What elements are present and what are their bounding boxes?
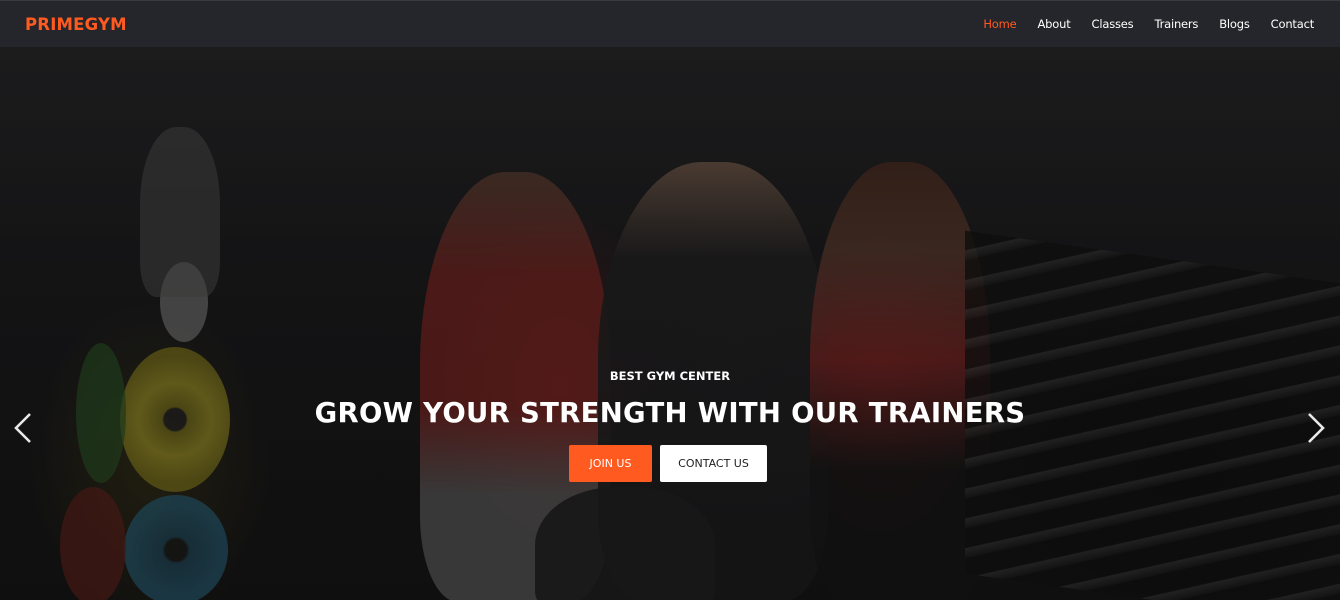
nav-trainers[interactable]: Trainers	[1133, 17, 1198, 31]
nav-blogs[interactable]: Blogs	[1198, 17, 1250, 31]
chevron-right-icon	[1308, 413, 1325, 443]
hero-subtitle: BEST GYM CENTER	[609, 369, 731, 383]
hero-title: GROW YOUR STRENGTH WITH OUR TRAINERS	[314, 397, 1026, 429]
top-navbar: PRIMEGYM Home About Classes Trainers Blo…	[0, 0, 1340, 47]
slider-next-button[interactable]	[1303, 411, 1329, 445]
nav-about[interactable]: About	[1017, 17, 1071, 31]
slider-prev-button[interactable]	[10, 411, 36, 445]
chevron-left-icon	[14, 413, 31, 443]
join-us-button[interactable]: JOIN US	[569, 445, 652, 482]
nav-home[interactable]: Home	[962, 17, 1016, 31]
hero-dark-overlay	[0, 47, 1340, 600]
hero-buttons: JOIN US CONTACT US	[0, 445, 1340, 482]
brand-logo[interactable]: PRIMEGYM	[25, 15, 127, 34]
contact-us-button[interactable]: CONTACT US	[660, 445, 767, 482]
hero-slider: BEST GYM CENTER GROW YOUR STRENGTH WITH …	[0, 47, 1340, 600]
main-nav: Home About Classes Trainers Blogs Contac…	[962, 17, 1314, 31]
nav-classes[interactable]: Classes	[1071, 17, 1134, 31]
nav-contact[interactable]: Contact	[1250, 17, 1315, 31]
